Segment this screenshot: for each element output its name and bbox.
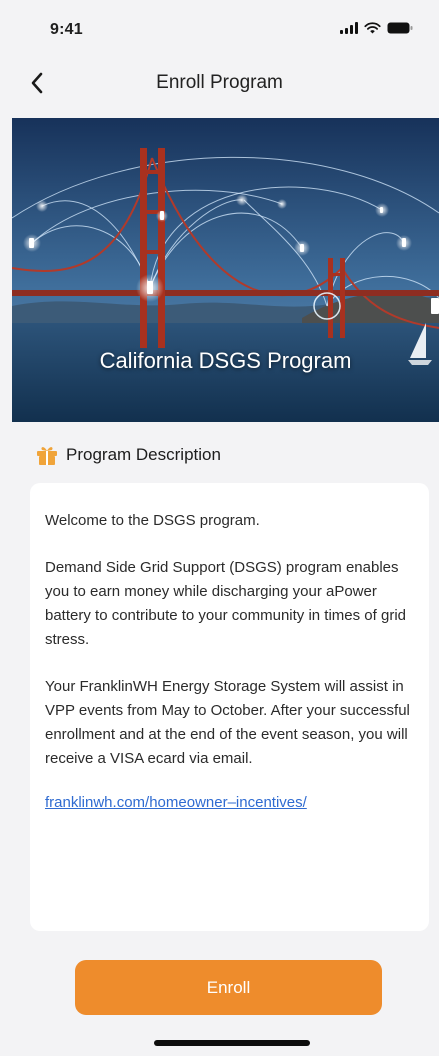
hero-banner: California DSGS Program bbox=[12, 118, 439, 422]
cellular-signal-icon bbox=[340, 22, 358, 34]
description-paragraph: Your FranklinWH Energy Storage System wi… bbox=[45, 678, 410, 767]
enroll-button[interactable]: Enroll bbox=[75, 960, 382, 1015]
description-paragraph: Welcome to the DSGS program. bbox=[45, 512, 260, 529]
status-icons bbox=[340, 22, 413, 34]
incentives-link[interactable]: franklinwh.com/homeowner–incentives/ bbox=[45, 794, 307, 811]
section-title: Program Description bbox=[66, 445, 221, 464]
description-card: Welcome to the DSGS program. Demand Side… bbox=[30, 483, 429, 931]
description-paragraph: Demand Side Grid Support (DSGS) program … bbox=[45, 559, 406, 648]
golden-gate-bridge-image bbox=[12, 118, 439, 422]
page-title: Enroll Program bbox=[156, 72, 283, 93]
home-indicator bbox=[154, 1040, 310, 1046]
program-description-header: Program Description bbox=[36, 444, 221, 466]
nav-bar: Enroll Program bbox=[0, 56, 439, 110]
hero-title: California DSGS Program bbox=[99, 348, 352, 373]
status-time: 9:41 bbox=[50, 21, 83, 38]
enroll-program-screen: 9:41 Enroll Program California DSGS Prog… bbox=[0, 0, 439, 1056]
status-bar: 9:41 bbox=[0, 0, 439, 56]
battery-icon bbox=[387, 22, 413, 34]
gift-icon bbox=[37, 447, 57, 465]
wifi-icon bbox=[364, 22, 381, 34]
